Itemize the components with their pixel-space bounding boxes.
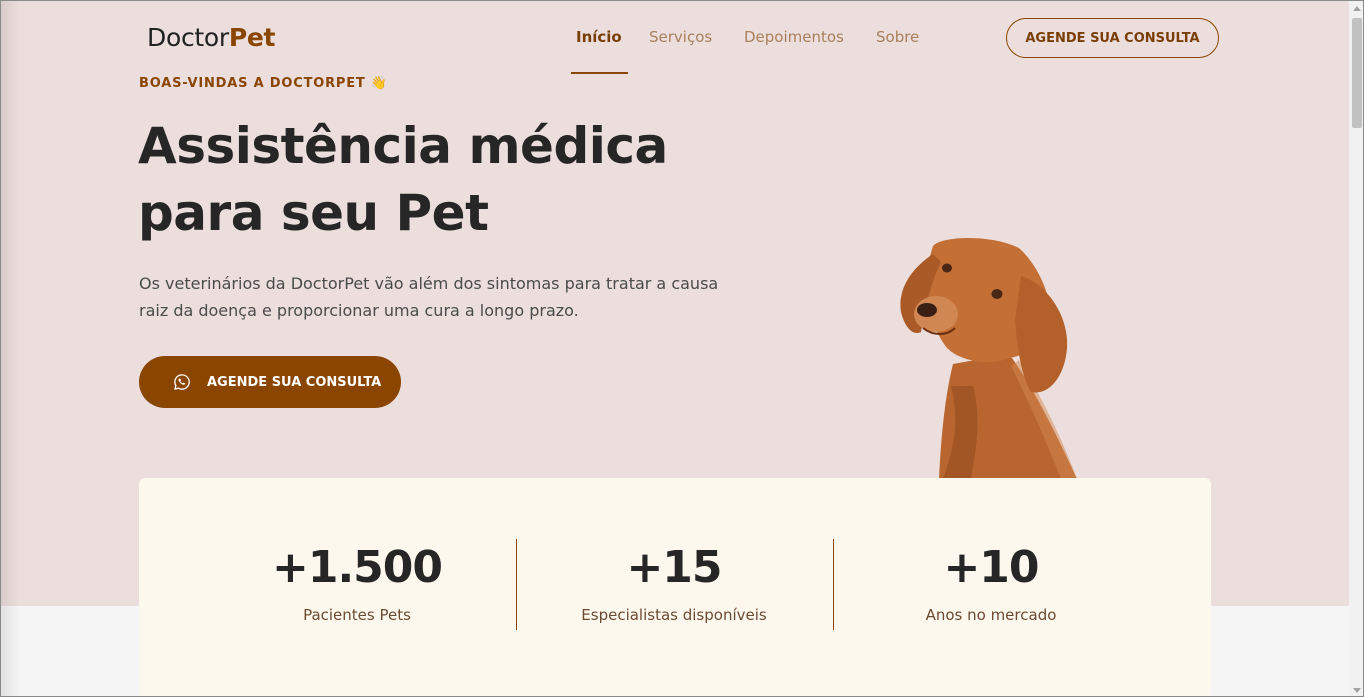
stats-card: +1.500 Pacientes Pets +15 Especialistas … <box>139 478 1211 696</box>
stat-label: Anos no mercado <box>925 606 1057 624</box>
nav-item-servicos[interactable]: Serviços <box>649 28 712 46</box>
stat-patients: +1.500 Pacientes Pets <box>199 538 515 624</box>
dog-photo <box>900 238 1077 479</box>
vertical-scrollbar[interactable] <box>1349 1 1363 696</box>
scroll-down-arrow-icon[interactable] <box>1353 688 1361 693</box>
scroll-thumb[interactable] <box>1352 18 1362 128</box>
browser-viewport: DoctorPet Início Serviços Depoimentos So… <box>0 0 1364 697</box>
nav-item-sobre[interactable]: Sobre <box>876 28 919 46</box>
scroll-up-arrow-icon[interactable] <box>1353 6 1361 11</box>
hero-title-line2: para seu Pet <box>138 184 489 242</box>
edge-shadow <box>1 1 21 696</box>
stat-label: Especialistas disponíveis <box>581 606 767 624</box>
logo[interactable]: DoctorPet <box>147 23 276 52</box>
hero-description: Os veterinários da DoctorPet vão além do… <box>139 274 719 320</box>
stat-specialists: +15 Especialistas disponíveis <box>516 538 832 624</box>
logo-text-doctor: Doctor <box>147 23 229 52</box>
hero-schedule-label: AGENDE SUA CONSULTA <box>207 374 382 390</box>
stat-value: +10 <box>943 542 1039 593</box>
whatsapp-icon <box>174 374 190 390</box>
nav-active-underline <box>571 72 628 74</box>
hero-schedule-button[interactable]: AGENDE SUA CONSULTA <box>139 356 401 408</box>
nav-item-depoimentos[interactable]: Depoimentos <box>744 28 844 46</box>
stat-years: +10 Anos no mercado <box>833 538 1149 624</box>
hero-title: Assistência médica para seu Pet <box>138 113 738 247</box>
logo-text-pet: Pet <box>228 23 276 52</box>
stat-value: +1.500 <box>271 542 443 593</box>
stat-value: +15 <box>626 542 722 593</box>
hero-eyebrow: BOAS-VINDAS A DOCTORPET 👋 <box>139 76 388 91</box>
stat-label: Pacientes Pets <box>303 606 411 624</box>
header-schedule-button[interactable]: AGENDE SUA CONSULTA <box>1006 18 1219 58</box>
nav-item-inicio[interactable]: Início <box>576 28 622 46</box>
hero-title-line1: Assistência médica <box>138 117 668 175</box>
